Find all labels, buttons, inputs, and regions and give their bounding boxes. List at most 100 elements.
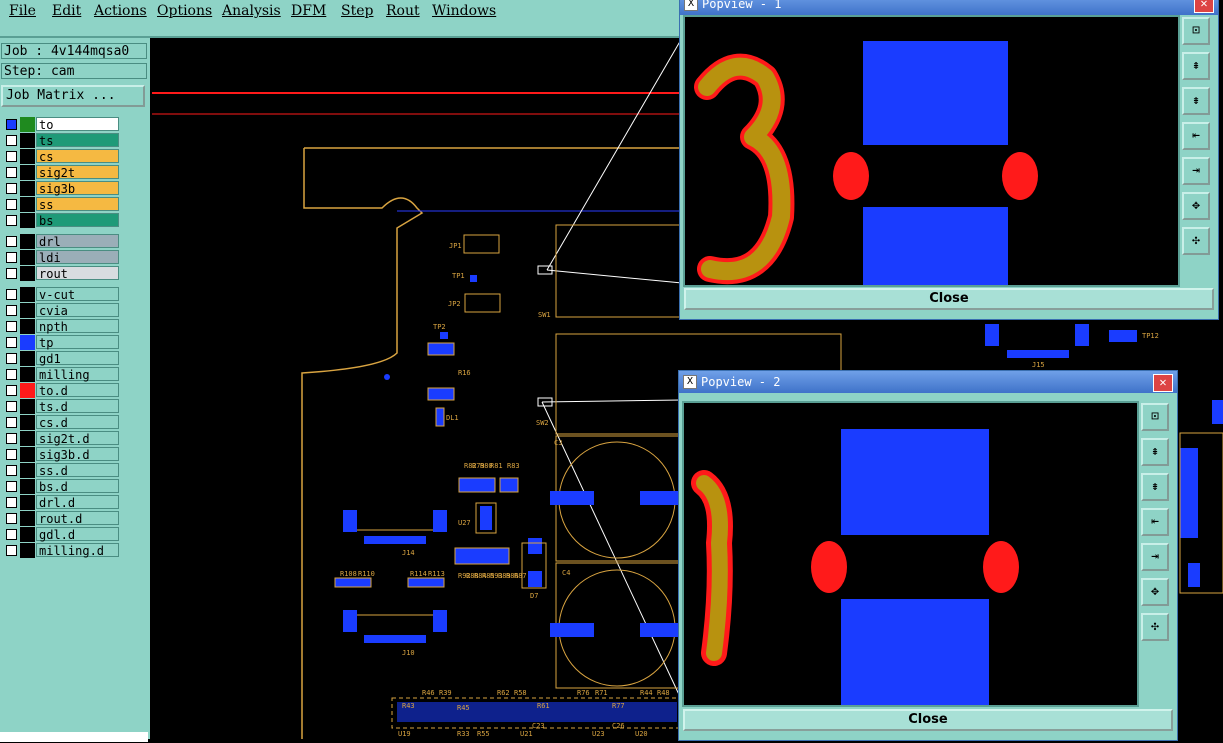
layer-row-sig2t-d[interactable]: sig2t.d bbox=[1, 431, 121, 446]
layer-row-to[interactable]: to bbox=[1, 117, 121, 132]
layer-row-sig2t[interactable]: sig2t bbox=[1, 165, 121, 180]
layer-row-rout-d[interactable]: rout.d bbox=[1, 511, 121, 526]
layer-checkbox[interactable] bbox=[6, 167, 17, 178]
layer-row-milling[interactable]: milling bbox=[1, 367, 121, 382]
layer-checkbox[interactable] bbox=[6, 353, 17, 364]
layer-name[interactable]: npth bbox=[36, 319, 119, 334]
layer-checkbox[interactable] bbox=[6, 119, 17, 130]
popview-2-close-button[interactable]: Close bbox=[683, 709, 1173, 731]
layer-name[interactable]: sig2t.d bbox=[36, 431, 119, 446]
layer-name[interactable]: gdl.d bbox=[36, 527, 119, 542]
layer-row-bs[interactable]: bs bbox=[1, 213, 121, 228]
menu-step[interactable]: Step bbox=[341, 3, 373, 19]
menu-windows[interactable]: Windows bbox=[432, 3, 496, 19]
layer-checkbox[interactable] bbox=[6, 545, 17, 556]
popview-2-close-icon[interactable]: ✕ bbox=[1153, 374, 1173, 392]
layer-row-npth[interactable]: npth bbox=[1, 319, 121, 334]
layer-checkbox[interactable] bbox=[6, 417, 17, 428]
layer-name[interactable]: gd1 bbox=[36, 351, 119, 366]
layer-color-swatch[interactable] bbox=[20, 250, 35, 265]
layer-color-swatch[interactable] bbox=[20, 133, 35, 148]
layer-checkbox[interactable] bbox=[6, 449, 17, 460]
layer-checkbox[interactable] bbox=[6, 337, 17, 348]
layer-row-drl-d[interactable]: drl.d bbox=[1, 495, 121, 510]
popview-1-view[interactable] bbox=[683, 15, 1180, 287]
layer-checkbox[interactable] bbox=[6, 199, 17, 210]
layer-color-swatch[interactable] bbox=[20, 367, 35, 382]
menu-edit[interactable]: Edit bbox=[52, 3, 81, 19]
popview-2-view[interactable] bbox=[682, 401, 1139, 707]
pan-down-icon[interactable]: ⇟ bbox=[1141, 473, 1169, 501]
zoom-in-icon[interactable]: ✥ bbox=[1182, 192, 1210, 220]
layer-row-gd1[interactable]: gd1 bbox=[1, 351, 121, 366]
layer-color-swatch[interactable] bbox=[20, 447, 35, 462]
layer-name[interactable]: rout.d bbox=[36, 511, 119, 526]
layer-checkbox[interactable] bbox=[6, 135, 17, 146]
layer-name[interactable]: ss.d bbox=[36, 463, 119, 478]
layer-checkbox[interactable] bbox=[6, 433, 17, 444]
layer-checkbox[interactable] bbox=[6, 151, 17, 162]
menu-dfm[interactable]: DFM bbox=[291, 3, 326, 19]
layer-color-swatch[interactable] bbox=[20, 511, 35, 526]
layer-checkbox[interactable] bbox=[6, 321, 17, 332]
pan-right-icon[interactable]: ⇥ bbox=[1141, 543, 1169, 571]
layer-color-swatch[interactable] bbox=[20, 495, 35, 510]
layer-row-sig3b[interactable]: sig3b bbox=[1, 181, 121, 196]
layer-row-ts[interactable]: ts bbox=[1, 133, 121, 148]
layer-color-swatch[interactable] bbox=[20, 479, 35, 494]
layer-color-swatch[interactable] bbox=[20, 149, 35, 164]
layer-row-tp[interactable]: tp bbox=[1, 335, 121, 350]
pan-up-icon[interactable]: ⇞ bbox=[1141, 438, 1169, 466]
layer-name[interactable]: rout bbox=[36, 266, 119, 281]
layer-color-swatch[interactable] bbox=[20, 543, 35, 558]
layer-row-bs-d[interactable]: bs.d bbox=[1, 479, 121, 494]
layer-checkbox[interactable] bbox=[6, 513, 17, 524]
layer-color-swatch[interactable] bbox=[20, 181, 35, 196]
layer-row-drl[interactable]: drl bbox=[1, 234, 121, 249]
layer-name[interactable]: bs bbox=[36, 213, 119, 228]
layer-color-swatch[interactable] bbox=[20, 399, 35, 414]
zoom-out-icon[interactable]: ✣ bbox=[1182, 227, 1210, 255]
layer-name[interactable]: tp bbox=[36, 335, 119, 350]
layer-name[interactable]: to bbox=[36, 117, 119, 132]
layer-color-swatch[interactable] bbox=[20, 303, 35, 318]
layer-name[interactable]: ts bbox=[36, 133, 119, 148]
layer-color-swatch[interactable] bbox=[20, 319, 35, 334]
menu-analysis[interactable]: Analysis bbox=[222, 3, 281, 19]
popview-1-close-icon[interactable]: ✕ bbox=[1194, 0, 1214, 13]
layer-row-gdl-d[interactable]: gdl.d bbox=[1, 527, 121, 542]
layer-name[interactable]: cvia bbox=[36, 303, 119, 318]
layer-checkbox[interactable] bbox=[6, 289, 17, 300]
layer-name[interactable]: milling bbox=[36, 367, 119, 382]
menu-file[interactable]: File bbox=[9, 3, 36, 19]
layer-name[interactable]: ts.d bbox=[36, 399, 119, 414]
layer-checkbox[interactable] bbox=[6, 529, 17, 540]
layer-row-ts-d[interactable]: ts.d bbox=[1, 399, 121, 414]
layer-name[interactable]: cs bbox=[36, 149, 119, 164]
layer-name[interactable]: sig3b bbox=[36, 181, 119, 196]
layer-checkbox[interactable] bbox=[6, 236, 17, 247]
layer-checkbox[interactable] bbox=[6, 215, 17, 226]
popview-1-titlebar[interactable]: X Popview - 1 bbox=[680, 0, 1218, 15]
layer-checkbox[interactable] bbox=[6, 385, 17, 396]
layer-checkbox[interactable] bbox=[6, 268, 17, 279]
layer-name[interactable]: to.d bbox=[36, 383, 119, 398]
zoom-out-icon[interactable]: ✣ bbox=[1141, 613, 1169, 641]
layer-row-v-cut[interactable]: v-cut bbox=[1, 287, 121, 302]
layer-name[interactable]: v-cut bbox=[36, 287, 119, 302]
pan-up-icon[interactable]: ⇞ bbox=[1182, 52, 1210, 80]
layer-row-cs-d[interactable]: cs.d bbox=[1, 415, 121, 430]
layer-checkbox[interactable] bbox=[6, 401, 17, 412]
layer-checkbox[interactable] bbox=[6, 481, 17, 492]
layer-name[interactable]: ldi bbox=[36, 250, 119, 265]
zoom-fit-icon[interactable]: ⊡ bbox=[1182, 17, 1210, 45]
layer-color-swatch[interactable] bbox=[20, 431, 35, 446]
layer-name[interactable]: ss bbox=[36, 197, 119, 212]
zoom-fit-icon[interactable]: ⊡ bbox=[1141, 403, 1169, 431]
layer-row-sig3b-d[interactable]: sig3b.d bbox=[1, 447, 121, 462]
layer-name[interactable]: bs.d bbox=[36, 479, 119, 494]
layer-row-to-d[interactable]: to.d bbox=[1, 383, 121, 398]
layer-color-swatch[interactable] bbox=[20, 415, 35, 430]
menu-options[interactable]: Options bbox=[157, 3, 212, 19]
job-matrix-button[interactable]: Job Matrix ... bbox=[1, 85, 145, 107]
